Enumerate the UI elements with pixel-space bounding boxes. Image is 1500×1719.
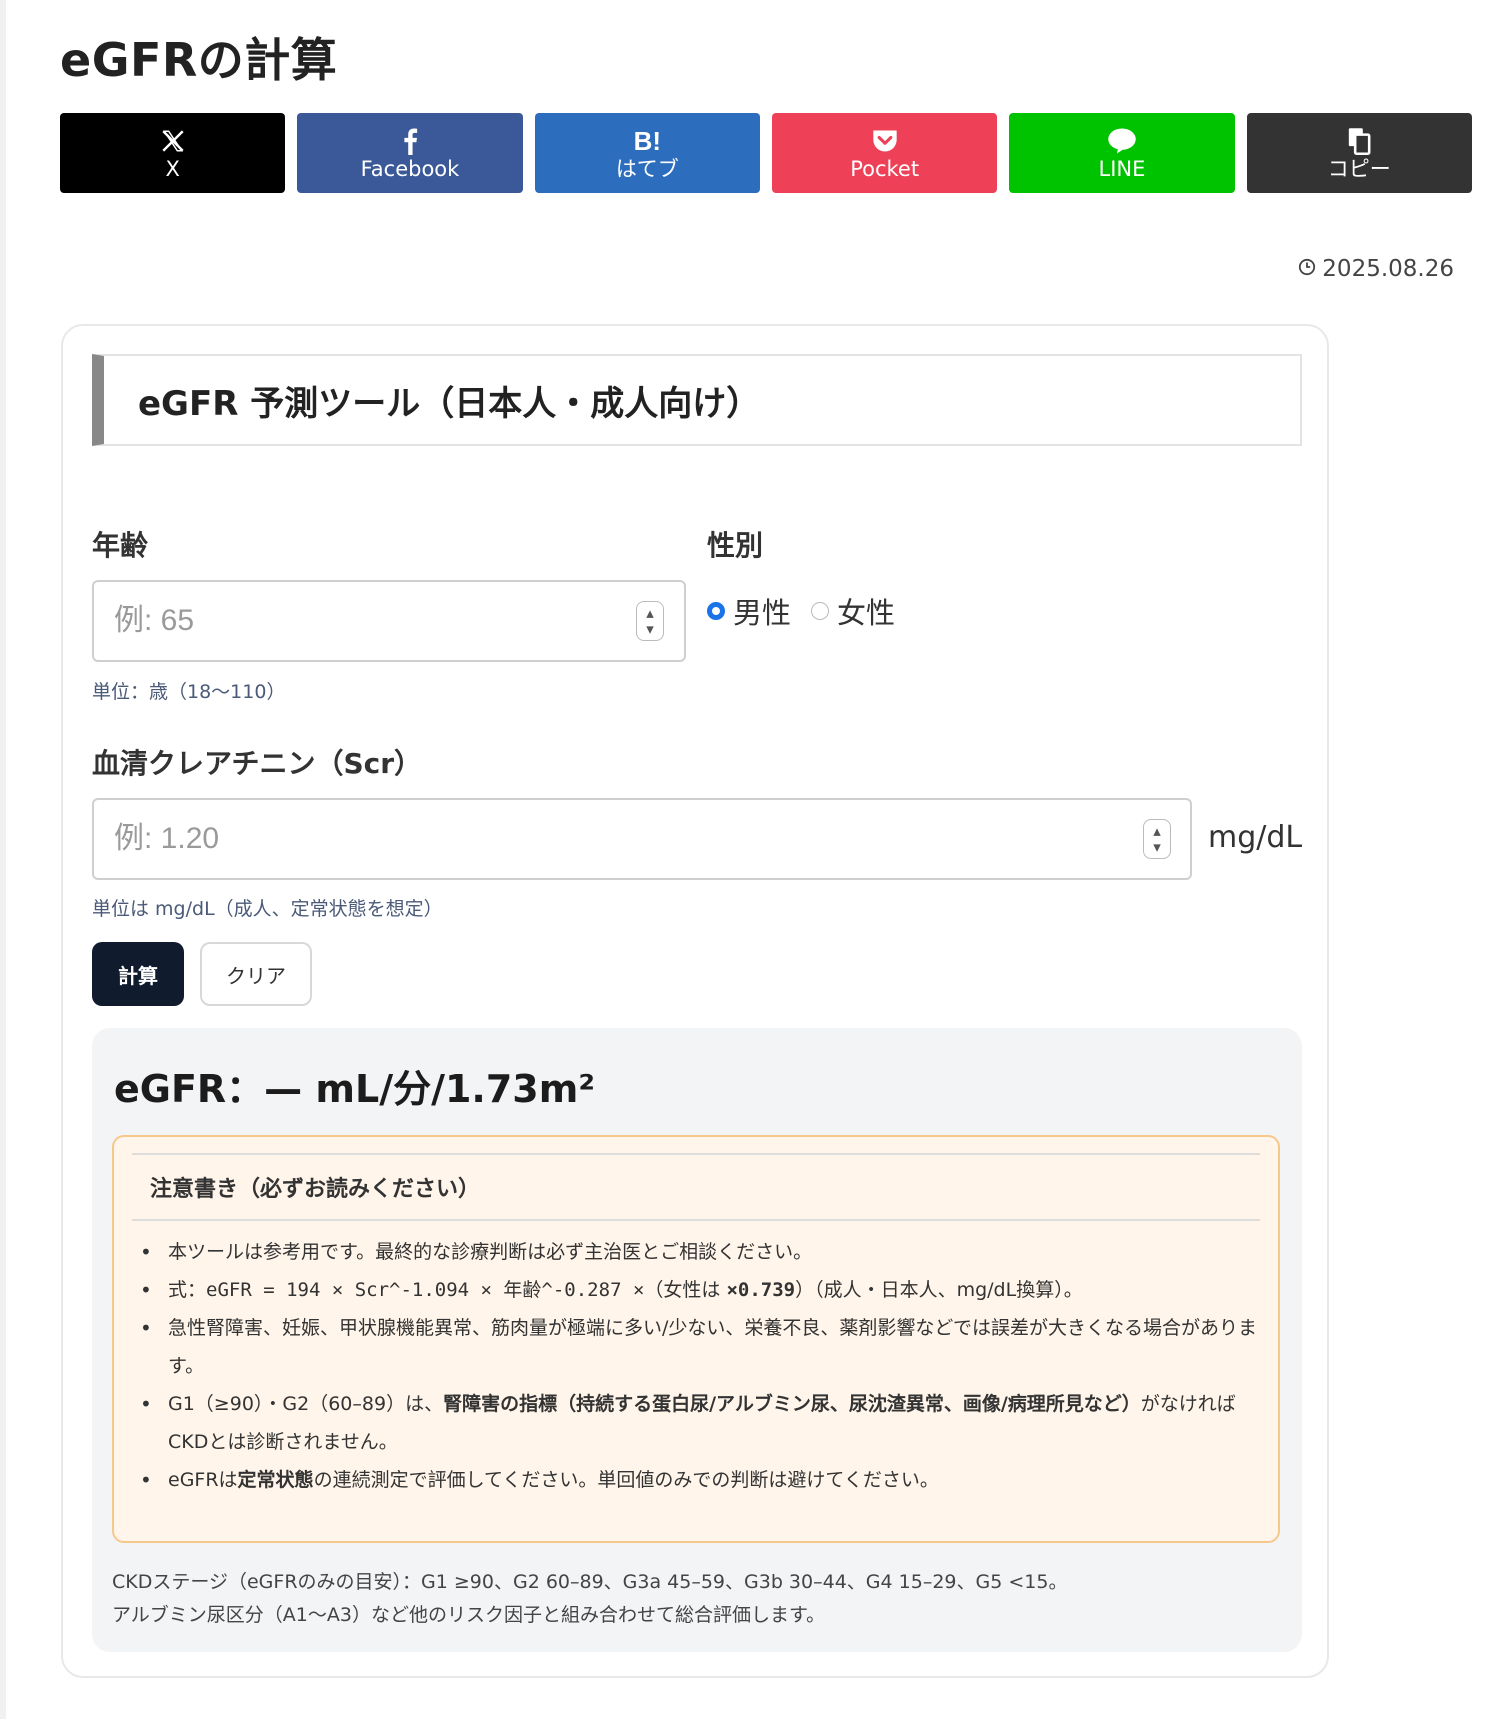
date-text: 2025.08.26 [1322, 256, 1454, 282]
sex-radio-group: 男性 女性 [707, 590, 915, 632]
ckd-stage-line: CKDステージ（eGFRのみの目安）：G1 ≥90、G2 60–89、G3a 4… [112, 1571, 1068, 1593]
calculate-button[interactable]: 計算 [92, 942, 184, 1006]
notes-list: 本ツールは参考用です。最終的な診療判断は必ず主治医とご相談ください。 式：eGF… [134, 1233, 1264, 1499]
share-pocket-label: Pocket [850, 157, 920, 181]
share-copy-label: コピー [1327, 157, 1391, 181]
note-text: 式： [168, 1279, 207, 1301]
note-text: 急性腎障害、妊娠、甲状腺機能異常、筋肉量が極端に多い/少ない、栄養不良、薬剤影響… [168, 1317, 1258, 1377]
note-item: G1（≥90）・G2（60–89）は、腎障害の指標（持続する蛋白尿/アルブミン尿… [134, 1385, 1264, 1461]
note-item: 本ツールは参考用です。最終的な診療判断は必ず主治医とご相談ください。 [134, 1233, 1264, 1271]
egfr-result: eGFR：— mL/分/1.73m² [114, 1067, 595, 1111]
share-facebook-button[interactable]: Facebook [297, 113, 523, 193]
note-item: 式：eGFR = 194 × Scr^-1.094 × 年齢^-0.287 ×（… [134, 1271, 1264, 1309]
note-bold-text: 定常状態 [237, 1469, 314, 1491]
note-item: eGFRは定常状態の連続測定で評価してください。単回値のみでの判断は避けてくださ… [134, 1461, 1264, 1499]
facebook-f-icon [401, 125, 419, 157]
note-bold-text: 腎障害の指標（持続する蛋白尿/アルブミン尿、尿沈渣異常、画像/病理所見など） [443, 1393, 1141, 1415]
line-bubble-icon [1107, 125, 1137, 157]
scr-input[interactable] [92, 798, 1192, 880]
share-hatena-label: はてブ [615, 157, 679, 181]
note-text: ）（成人・日本人、mg/dL換算）。 [795, 1279, 1083, 1301]
formula-text: eGFR = 194 × Scr^-1.094 × 年齢^-0.287 × [206, 1279, 645, 1301]
notes-title: 注意書き（必ずお読みください） [132, 1153, 1260, 1221]
post-date: 2025.08.26 [1298, 256, 1454, 282]
share-facebook-label: Facebook [360, 157, 460, 181]
note-text: の連続測定で評価してください。単回値のみでの判断は避けてください。 [313, 1469, 939, 1491]
ckd-stage-text: CKDステージ（eGFRのみの目安）：G1 ≥90、G2 60–89、G3a 4… [112, 1566, 1282, 1632]
chevron-up-icon: ▴ [1153, 822, 1161, 840]
share-copy-button[interactable]: コピー [1246, 113, 1472, 193]
note-text: eGFRは [168, 1469, 238, 1491]
scr-hint: 単位は mg/dL（成人、定常状態を想定） [92, 898, 443, 920]
page-title: eGFRの計算 [60, 33, 338, 87]
female-factor-text: ×0.739 [726, 1279, 796, 1301]
share-buttons: X Facebook B! はてブ Pocket LINE コピー [60, 113, 1472, 193]
chevron-down-icon: ▾ [646, 620, 654, 638]
share-x-label: X [165, 157, 180, 181]
pocket-icon [871, 125, 899, 157]
tool-heading-text: eGFR 予測ツール（日本人・成人向け） [138, 383, 761, 424]
chevron-up-icon: ▴ [646, 604, 654, 622]
hatena-b-icon: B! [633, 125, 662, 156]
age-hint: 単位：歳（18〜110） [92, 681, 286, 703]
radio-female[interactable] [811, 602, 830, 620]
share-x-button[interactable]: X [60, 113, 286, 193]
scr-unit: mg/dL [1208, 820, 1303, 855]
x-logo-icon [160, 125, 186, 157]
note-text: G1（≥90）・G2（60–89）は、 [168, 1393, 444, 1415]
egfr-tool-card: eGFR 予測ツール（日本人・成人向け） 年齢 ▴ ▾ 単位：歳（18〜110）… [61, 324, 1329, 1678]
age-label: 年齢 [92, 529, 149, 562]
scr-label: 血清クレアチニン（Scr） [92, 747, 423, 780]
copy-icon [1346, 125, 1372, 157]
notes-box: 注意書き（必ずお読みください） 本ツールは参考用です。最終的な診療判断は必ず主治… [112, 1135, 1280, 1543]
note-text: 本ツールは参考用です。最終的な診療判断は必ず主治医とご相談ください。 [168, 1241, 813, 1263]
left-border [0, 0, 6, 1719]
clock-icon [1298, 256, 1316, 282]
note-text: （女性は [644, 1279, 727, 1301]
share-pocket-button[interactable]: Pocket [771, 113, 998, 193]
chevron-down-icon: ▾ [1153, 838, 1161, 856]
share-line-button[interactable]: LINE [1009, 113, 1235, 193]
note-item: 急性腎障害、妊娠、甲状腺機能異常、筋肉量が極端に多い/少ない、栄養不良、薬剤影響… [134, 1309, 1264, 1385]
tool-heading: eGFR 予測ツール（日本人・成人向け） [92, 354, 1302, 446]
share-hatena-button[interactable]: B! はてブ [534, 113, 760, 193]
sex-label: 性別 [707, 529, 764, 562]
result-panel: eGFR：— mL/分/1.73m² 注意書き（必ずお読みください） 本ツールは… [92, 1028, 1302, 1652]
radio-male[interactable] [707, 602, 725, 620]
share-line-label: LINE [1098, 157, 1146, 181]
albuminuria-line: アルブミン尿区分（A1〜A3）など他のリスク因子と組み合わせて総合評価します。 [112, 1604, 826, 1626]
clear-button[interactable]: クリア [200, 942, 312, 1006]
radio-male-label[interactable]: 男性 [733, 590, 791, 632]
radio-female-label[interactable]: 女性 [837, 590, 895, 632]
age-spinner[interactable]: ▴ ▾ [636, 601, 664, 641]
scr-spinner[interactable]: ▴ ▾ [1143, 819, 1171, 859]
age-input[interactable] [92, 580, 686, 662]
